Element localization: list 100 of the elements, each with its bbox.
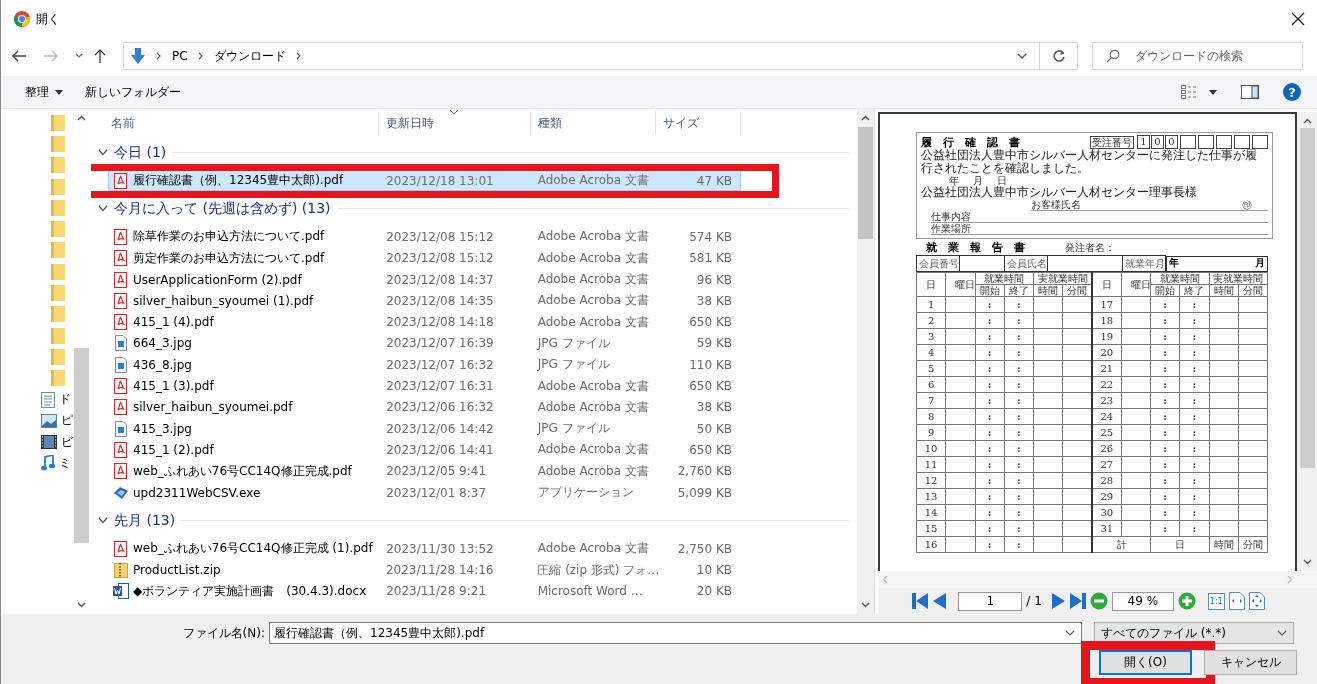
first-page-icon[interactable] <box>912 592 929 610</box>
scroll-up-icon[interactable] <box>861 115 870 121</box>
column-header[interactable]: 更新日時 <box>379 111 531 135</box>
day-number: 21 <box>1092 360 1122 377</box>
time-colon: : <box>975 456 1005 473</box>
dropdown-caret-icon[interactable] <box>1277 630 1287 636</box>
table-header: 終了 <box>1004 284 1034 297</box>
scroll-up-icon[interactable] <box>1302 118 1312 124</box>
caret-icon <box>55 89 63 95</box>
file-row[interactable]: 415_1 (2).pdf 2023/12/06 14:41 Adobe Acroba 文書 650 KB <box>108 439 741 461</box>
file-row[interactable]: ◆ボランティア実施計画書 (30.4.3).docx 2023/11/28 9:21 Microsoft Word … 20 KB <box>108 580 741 603</box>
dropdown-caret-icon[interactable] <box>1017 53 1027 59</box>
modified-date: 2023/11/28 14:16 <box>384 563 495 578</box>
pdf-file-icon <box>113 250 129 267</box>
dropdown-caret-icon[interactable] <box>1065 630 1075 636</box>
date-label: 月 <box>973 175 983 186</box>
file-size: 10 KB <box>695 563 733 578</box>
picture-icon[interactable] <box>41 413 57 428</box>
page-total: / 1 <box>1026 594 1042 608</box>
file-row[interactable]: 415_1 (3).pdf 2023/12/07 16:31 Adobe Acroba 文書 650 KB <box>108 375 741 397</box>
actual-size-button[interactable]: 1:1 <box>1207 592 1225 610</box>
file-row[interactable]: ProductList.zip 2023/11/28 14:16 圧縮 (zip 形式) フォ… 10 KB <box>108 559 741 581</box>
file-name-field[interactable]: 履行確認書（例、12345豊中太郎).pdf <box>269 622 1082 644</box>
image-file-icon <box>113 356 129 373</box>
back-arrow-icon[interactable] <box>11 48 27 64</box>
caret-icon[interactable] <box>1209 89 1217 95</box>
table-header: 分間 <box>1062 284 1092 297</box>
new-folder-button[interactable]: 新しいフォルダー <box>79 80 187 104</box>
expand-chevron-icon[interactable] <box>98 148 108 156</box>
scrollbar-thumb[interactable] <box>858 127 873 239</box>
recent-caret-icon[interactable] <box>75 53 83 59</box>
file-row[interactable]: 履行確認書（例、12345豊中太郎).pdf 2023/12/18 13:01 Adobe Acroba 文書 47 KB <box>108 170 741 192</box>
expand-chevron-icon[interactable] <box>98 204 108 212</box>
zoom-field[interactable]: 49 % <box>1111 591 1174 611</box>
time-colon: : <box>1150 424 1180 441</box>
document-icon[interactable] <box>41 391 55 408</box>
column-header[interactable]: 名前 <box>108 111 379 135</box>
month-label: 月 <box>1255 256 1265 270</box>
breadcrumb[interactable]: PC <box>172 49 188 63</box>
scrollbar-thumb[interactable] <box>74 348 89 543</box>
page-number-field[interactable]: 1 <box>958 591 1023 611</box>
expand-chevron-icon[interactable] <box>98 516 108 524</box>
nav-item-label[interactable]: ミ <box>59 454 71 472</box>
dialog-button[interactable]: 開く(O) <box>1099 650 1192 675</box>
time-colon: : <box>1179 408 1209 425</box>
column-header[interactable]: サイズ <box>656 111 741 135</box>
previous-page-icon[interactable] <box>932 592 947 610</box>
music-note-icon[interactable] <box>41 455 55 472</box>
next-page-icon[interactable] <box>1051 592 1066 610</box>
file-row[interactable]: 415_1 (4).pdf 2023/12/08 14:18 Adobe Acroba 文書 650 KB <box>108 311 741 333</box>
group-header[interactable]: 今月に入って (先週は含めず) (13) <box>114 200 331 217</box>
refresh-button[interactable] <box>1040 42 1078 70</box>
file-row[interactable]: web_ふれあい76号CC14Q修正完成 (1).pdf 2023/11/30 13:52 Adobe Acroba 文書 2,750 KB <box>108 538 741 560</box>
view-list-icon[interactable] <box>1181 85 1199 99</box>
up-arrow-icon[interactable] <box>93 48 107 64</box>
nav-item-label[interactable]: ド <box>59 391 71 408</box>
scrollbar-thumb[interactable] <box>1299 128 1315 468</box>
film-icon[interactable] <box>41 435 57 450</box>
zoom-in-icon[interactable] <box>1177 592 1196 610</box>
time-colon: : <box>1004 472 1034 489</box>
time-colon: : <box>1179 504 1209 521</box>
file-row[interactable]: 415_3.jpg 2023/12/06 14:42 JPG ファイル 50 KB <box>108 417 741 440</box>
preview-pane-icon[interactable] <box>1241 85 1259 99</box>
group-header[interactable]: 今日 (1) <box>114 144 167 160</box>
empty-digit-box <box>1198 135 1214 149</box>
scroll-up-icon[interactable] <box>77 115 86 121</box>
group-header[interactable]: 先月 (13) <box>114 512 176 529</box>
file-row[interactable]: upd2311WebCSV.exe 2023/12/01 8:37 アプリケーション 5,099 KB <box>108 481 741 504</box>
last-page-icon[interactable] <box>1069 592 1086 610</box>
scroll-down-icon[interactable] <box>77 602 86 608</box>
scroll-down-icon[interactable] <box>861 602 870 608</box>
file-row[interactable]: 664_3.jpg 2023/12/07 16:39 JPG ファイル 59 KB <box>108 332 741 355</box>
zoom-out-icon[interactable] <box>1089 592 1108 610</box>
day-number: 17 <box>1092 296 1122 313</box>
file-type-dropdown[interactable]: すべてのファイル (*.*) <box>1094 622 1294 644</box>
file-row[interactable]: UserApplicationForm (2).pdf 2023/12/08 14:37 Adobe Acroba 文書 96 KB <box>108 268 741 291</box>
file-row[interactable]: silver_haibun_syoumei.pdf 2023/12/06 16:32 Adobe Acroba 文書 38 KB <box>108 396 741 418</box>
time-colon: : <box>1179 296 1209 313</box>
file-row[interactable]: 剪定作業のお申込方法について.pdf 2023/12/08 15:12 Adobe Acroba 文書 581 KB <box>108 247 741 269</box>
file-row[interactable]: web_ふれあい76号CC14Q修正完成.pdf 2023/12/05 9:41 Adobe Acroba 文書 2,760 KB <box>108 460 741 482</box>
breadcrumb[interactable]: ダウンロード <box>213 47 286 65</box>
address-bar[interactable]: PC ダウンロード <box>123 42 1040 70</box>
nav-item-label[interactable]: ビ <box>61 433 73 451</box>
nav-item-label[interactable]: ピ <box>61 412 73 430</box>
help-button[interactable]: ? <box>1283 83 1301 101</box>
column-header[interactable]: 種類 <box>531 111 656 135</box>
file-row[interactable]: 436_8.jpg 2023/12/07 16:32 JPG ファイル 110 KB <box>108 354 741 376</box>
time-colon: : <box>1004 440 1034 457</box>
close-icon[interactable] <box>1291 12 1305 26</box>
dialog-button[interactable]: キャンセル <box>1204 650 1297 675</box>
file-row[interactable]: 除草作業のお申込方法について.pdf 2023/12/08 15:12 Adobe Acroba 文書 574 KB <box>108 226 741 248</box>
year-label: 年 <box>1169 256 1179 270</box>
fit-width-icon[interactable] <box>1228 592 1245 610</box>
application-icon <box>113 484 129 501</box>
search-field[interactable]: ダウンロードの検索 <box>1092 42 1303 70</box>
scroll-down-icon[interactable] <box>1302 559 1312 565</box>
file-row[interactable]: silver_haibun_syoumei (1).pdf 2023/12/08 14:35 Adobe Acroba 文書 38 KB <box>108 290 741 312</box>
fit-page-icon[interactable] <box>1248 592 1265 610</box>
organize-button[interactable]: 整理 <box>19 80 69 104</box>
date-label: 日 <box>997 175 1007 186</box>
